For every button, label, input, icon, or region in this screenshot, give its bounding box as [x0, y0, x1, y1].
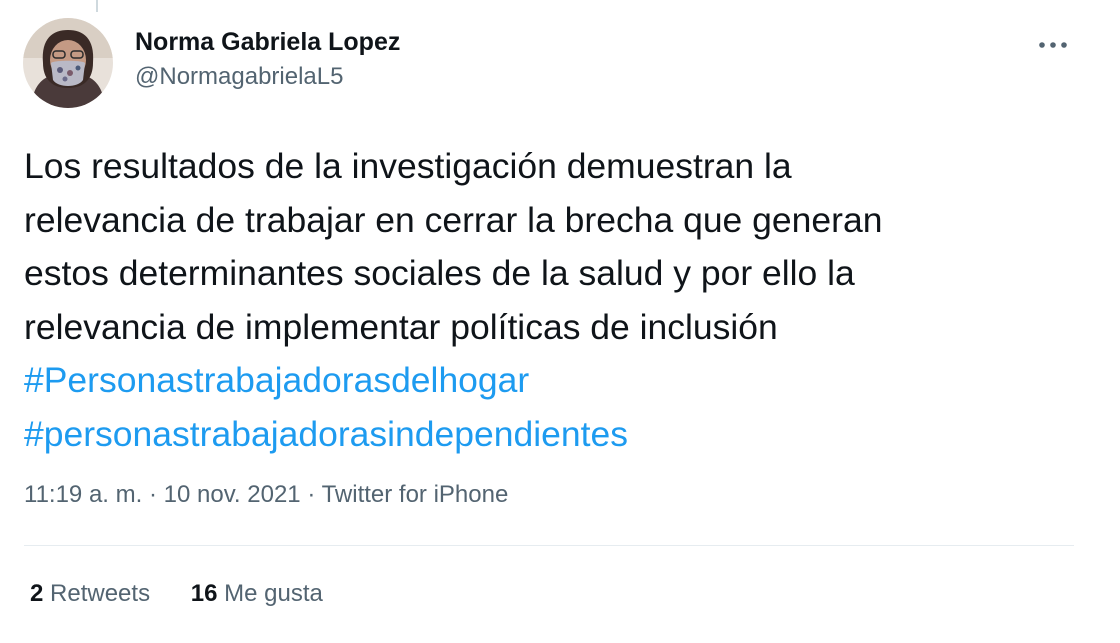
- tweet-source[interactable]: Twitter for iPhone: [322, 481, 509, 508]
- avatar-image: [23, 18, 113, 108]
- tweet-text-line: relevancia de trabajar en cerrar la brec…: [24, 199, 883, 240]
- retweets-label: Retweets: [50, 580, 151, 607]
- meta-separator: ·: [148, 481, 157, 508]
- tweet-text: Los resultados de la investigación demue…: [24, 140, 1094, 461]
- tweet-stats: 2 Retweets 16 Me gusta: [30, 580, 357, 608]
- divider: [24, 545, 1074, 546]
- likes-label: Me gusta: [224, 580, 323, 607]
- hashtag-link[interactable]: #personastrabajadorasindependientes: [24, 408, 1094, 462]
- avatar[interactable]: [23, 18, 113, 108]
- more-options-button[interactable]: [1030, 30, 1076, 60]
- hashtag-link[interactable]: #Personastrabajadorasdelhogar: [24, 354, 1094, 408]
- meta-separator: ·: [307, 481, 316, 508]
- tweet-text-line: estos determinantes sociales de la salud…: [24, 253, 855, 293]
- tweet-text-line: Los resultados de la investigación demue…: [24, 146, 792, 186]
- more-icon: [1039, 42, 1067, 48]
- tweet-card: Norma Gabriela Lopez @NormagabrielaL5 Lo…: [0, 0, 1120, 643]
- author-block: Norma Gabriela Lopez @NormagabrielaL5: [135, 28, 400, 91]
- tweet-metadata: 11:19 a. m. · 10 nov. 2021 · Twitter for…: [24, 481, 508, 509]
- tweet-date[interactable]: 10 nov. 2021: [164, 481, 301, 508]
- retweets-count: 2: [30, 580, 44, 607]
- tweet-text-line: relevancia de implementar políticas de i…: [24, 306, 778, 347]
- tweet-time[interactable]: 11:19 a. m.: [24, 481, 142, 508]
- retweets-stat[interactable]: 2 Retweets: [30, 580, 150, 608]
- likes-count: 16: [190, 580, 218, 607]
- thread-connector-line: [96, 0, 98, 12]
- likes-stat[interactable]: 16 Me gusta: [191, 580, 323, 608]
- author-display-name[interactable]: Norma Gabriela Lopez: [135, 28, 400, 57]
- author-handle[interactable]: @NormagabrielaL5: [135, 63, 400, 91]
